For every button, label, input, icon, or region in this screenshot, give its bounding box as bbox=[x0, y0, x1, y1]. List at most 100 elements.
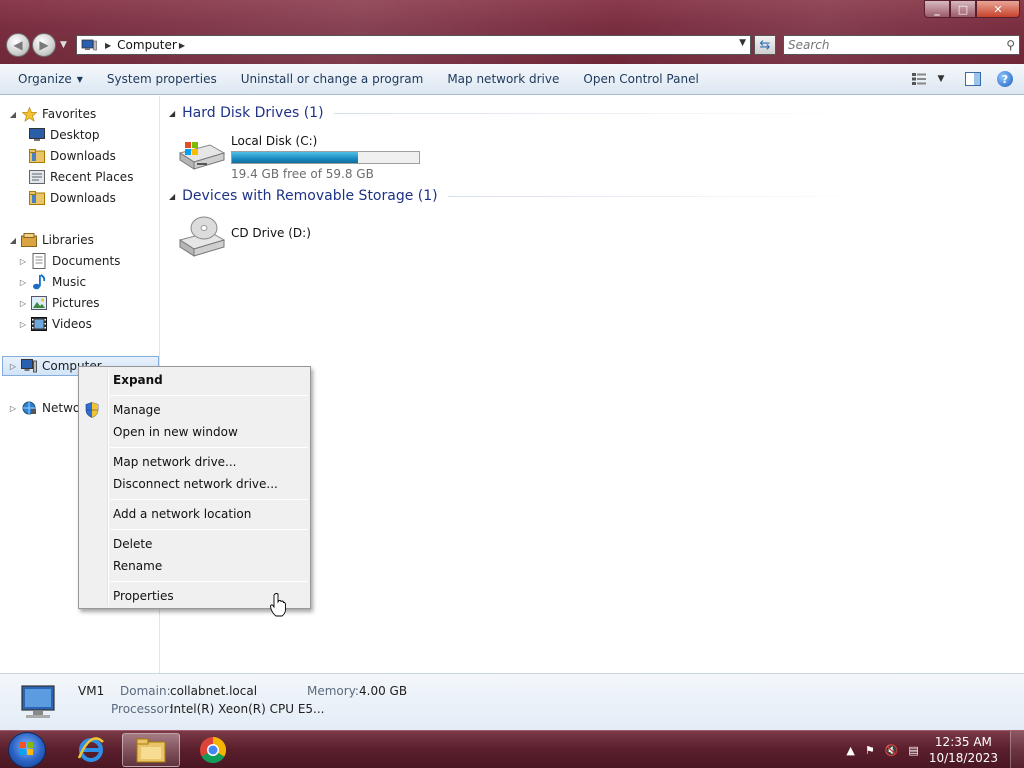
drive-cd-drive-d[interactable]: CD Drive (D:) bbox=[177, 214, 311, 260]
menu-separator bbox=[110, 581, 308, 582]
breadcrumb-separator-icon[interactable]: ▶ bbox=[105, 41, 111, 50]
nav-item-recent-places[interactable]: Recent Places bbox=[29, 167, 133, 187]
volume-muted-icon[interactable]: 🔇 bbox=[885, 744, 899, 757]
nav-item-label: Downloads bbox=[50, 149, 116, 163]
windows-logo-icon bbox=[20, 742, 33, 755]
start-button[interactable] bbox=[8, 732, 46, 768]
collapse-group-icon[interactable]: ◢ bbox=[169, 192, 175, 201]
collapsed-arrow-icon[interactable]: ▷ bbox=[18, 299, 28, 308]
nav-favorites-label: Favorites bbox=[42, 107, 97, 121]
menu-item-open-new-window[interactable]: Open in new window bbox=[113, 422, 303, 442]
close-button[interactable]: ✕ bbox=[976, 0, 1020, 18]
nav-libraries[interactable]: ◢ Libraries bbox=[8, 230, 94, 250]
collapsed-arrow-icon[interactable]: ▷ bbox=[18, 257, 28, 266]
uninstall-program-button[interactable]: Uninstall or change a program bbox=[229, 64, 436, 95]
show-desktop-button[interactable] bbox=[1010, 731, 1024, 768]
star-icon bbox=[21, 106, 37, 122]
group-header-removable-storage[interactable]: ◢ Devices with Removable Storage (1) bbox=[169, 188, 878, 204]
network-status-icon[interactable]: ▤ bbox=[908, 744, 918, 757]
menu-separator bbox=[110, 395, 308, 396]
breadcrumb-computer[interactable]: Computer bbox=[117, 38, 177, 52]
search-icon[interactable]: ⚲ bbox=[1006, 38, 1015, 52]
menu-item-delete[interactable]: Delete bbox=[113, 534, 303, 554]
nav-item-label: Documents bbox=[52, 254, 121, 268]
taskbar-internet-explorer[interactable] bbox=[62, 733, 120, 767]
cd-drive-icon bbox=[178, 216, 226, 257]
group-divider bbox=[447, 195, 878, 197]
nav-item-desktop[interactable]: Desktop bbox=[29, 125, 100, 145]
menu-separator bbox=[110, 529, 308, 530]
group-title: Hard Disk Drives (1) bbox=[182, 105, 324, 121]
menu-item-manage[interactable]: Manage bbox=[113, 400, 303, 420]
window-controls: _ □ ✕ bbox=[924, 0, 1020, 18]
collapse-group-icon[interactable]: ◢ bbox=[169, 109, 175, 118]
nav-item-label: Music bbox=[52, 275, 87, 289]
back-button[interactable]: ◀ bbox=[6, 33, 30, 57]
expanded-arrow-icon[interactable]: ◢ bbox=[8, 236, 18, 245]
clock[interactable]: 12:35 AM 10/18/2023 bbox=[929, 734, 998, 766]
view-options-dropdown[interactable]: ▼ bbox=[932, 70, 950, 88]
group-header-hard-disk-drives[interactable]: ◢ Hard Disk Drives (1) bbox=[169, 105, 864, 121]
recent-pages-dropdown-icon[interactable]: ▼ bbox=[60, 40, 67, 57]
taskbar-chrome[interactable] bbox=[184, 733, 242, 767]
network-icon bbox=[21, 400, 37, 416]
context-menu: Expand Manage Open in new window Map net… bbox=[78, 366, 311, 609]
menu-item-add-network-location[interactable]: Add a network location bbox=[113, 504, 303, 524]
minimize-button[interactable]: _ bbox=[924, 0, 950, 18]
domain-value: collabnet.local bbox=[170, 684, 258, 698]
map-network-drive-button[interactable]: Map network drive bbox=[435, 64, 571, 95]
chevron-down-icon: ▼ bbox=[937, 74, 945, 84]
preview-pane-button[interactable] bbox=[964, 70, 982, 88]
taskbar: ▲ ⚑ 🔇 ▤ 12:35 AM 10/18/2023 bbox=[0, 730, 1024, 768]
menu-item-expand[interactable]: Expand bbox=[113, 370, 303, 390]
menu-item-disconnect-network-drive[interactable]: Disconnect network drive... bbox=[113, 474, 303, 494]
collapsed-arrow-icon[interactable]: ▷ bbox=[8, 404, 18, 413]
collapsed-arrow-icon[interactable]: ▷ bbox=[18, 320, 28, 329]
refresh-icon: ⇆ bbox=[759, 37, 771, 53]
search-input[interactable] bbox=[788, 38, 988, 52]
group-divider bbox=[333, 112, 864, 114]
system-properties-button[interactable]: System properties bbox=[95, 64, 229, 95]
nav-item-label: Desktop bbox=[50, 128, 100, 142]
nav-item-pictures[interactable]: ▷ Pictures bbox=[18, 293, 100, 313]
computer-name: VM1 bbox=[78, 684, 105, 698]
nav-item-documents[interactable]: ▷ Documents bbox=[18, 251, 120, 271]
nav-item-downloads-2[interactable]: Downloads bbox=[29, 188, 116, 208]
search-box[interactable]: ⚲ bbox=[783, 35, 1020, 55]
clock-date: 10/18/2023 bbox=[928, 751, 998, 765]
refresh-button[interactable]: ⇆ bbox=[754, 35, 776, 55]
window-titlebar: _ □ ✕ ◀ ▶ ▼ ▶ Computer ▶ ▼ ⇆ ⚲ bbox=[0, 0, 1024, 64]
organize-button[interactable]: Organize ▼ bbox=[0, 64, 95, 95]
uninstall-program-label: Uninstall or change a program bbox=[240, 72, 424, 86]
open-control-panel-label: Open Control Panel bbox=[583, 72, 699, 86]
clock-time: 12:35 AM bbox=[934, 735, 992, 749]
menu-item-map-network-drive[interactable]: Map network drive... bbox=[113, 452, 303, 472]
breadcrumb-separator-icon[interactable]: ▶ bbox=[179, 41, 185, 50]
menu-separator bbox=[110, 499, 308, 500]
address-bar[interactable]: ▶ Computer ▶ ▼ bbox=[76, 35, 751, 55]
nav-item-downloads[interactable]: Downloads bbox=[29, 146, 116, 166]
action-center-flag-icon[interactable]: ⚑ bbox=[865, 744, 875, 757]
forward-button[interactable]: ▶ bbox=[32, 33, 56, 57]
expanded-arrow-icon[interactable]: ◢ bbox=[8, 110, 18, 119]
drive-local-disk-c[interactable]: Local Disk (C:) 19.4 GB free of 59.8 GB bbox=[177, 131, 420, 181]
show-hidden-icons-icon[interactable]: ▲ bbox=[846, 744, 854, 757]
computer-icon bbox=[21, 685, 55, 718]
nav-item-music[interactable]: ▷ Music bbox=[18, 272, 86, 292]
address-history-dropdown-icon[interactable]: ▼ bbox=[739, 38, 746, 48]
system-properties-label: System properties bbox=[106, 72, 217, 86]
open-control-panel-button[interactable]: Open Control Panel bbox=[571, 64, 710, 95]
computer-icon bbox=[21, 358, 37, 374]
nav-favorites[interactable]: ◢ Favorites bbox=[8, 104, 96, 124]
help-button[interactable]: ? bbox=[996, 70, 1014, 88]
maximize-button[interactable]: □ bbox=[950, 0, 976, 18]
collapsed-arrow-icon[interactable]: ▷ bbox=[18, 278, 28, 287]
nav-item-videos[interactable]: ▷ Videos bbox=[18, 314, 92, 334]
organize-label: Organize bbox=[18, 72, 72, 86]
taskbar-windows-explorer[interactable] bbox=[122, 733, 180, 767]
nav-item-label: Recent Places bbox=[50, 170, 134, 184]
change-view-button[interactable] bbox=[910, 70, 928, 88]
collapsed-arrow-icon[interactable]: ▷ bbox=[8, 362, 18, 371]
menu-item-rename[interactable]: Rename bbox=[113, 556, 303, 576]
drive-usage-bar bbox=[231, 151, 420, 164]
